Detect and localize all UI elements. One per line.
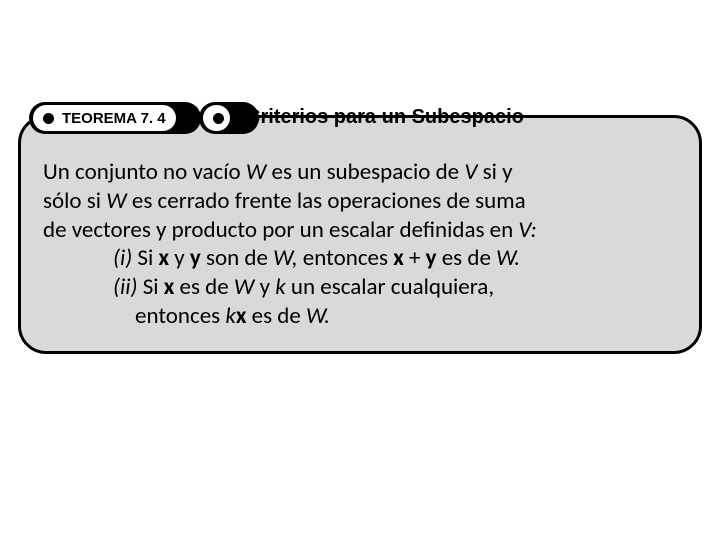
intro-line-1: Un conjunto no vacío W es un subespacio … xyxy=(43,158,677,187)
theorem-badge: TEOREMA 7. 4 TEOREMA 7. 4xx xyxy=(29,102,201,134)
theorem-body: Un conjunto no vacío W es un subespacio … xyxy=(43,158,677,331)
condition-i: (i) Si x y y son de W, entonces x + y es… xyxy=(43,244,677,273)
theorem-badge-inner: TEOREMA 7. 4 xyxy=(33,105,176,131)
theorem-box: TEOREMA 7. 4 TEOREMA 7. 4xx . Criterios … xyxy=(18,115,702,354)
theorem-title: Criterios para un Subespacio xyxy=(246,106,524,129)
condition-ii-line-2: entonces kx es de W. xyxy=(43,302,677,331)
bullet-icon xyxy=(213,113,224,124)
intro-line-2: sólo si W es cerrado frente las operacio… xyxy=(43,187,677,216)
title-badge-inner xyxy=(203,105,230,131)
condition-ii-line-1: (ii) Si x es de W y k un escalar cualqui… xyxy=(43,273,677,302)
bullet-icon xyxy=(43,113,54,124)
theorem-number: TEOREMA 7. 4 xyxy=(62,110,166,127)
intro-line-3: de vectores y producto por un escalar de… xyxy=(43,216,677,245)
